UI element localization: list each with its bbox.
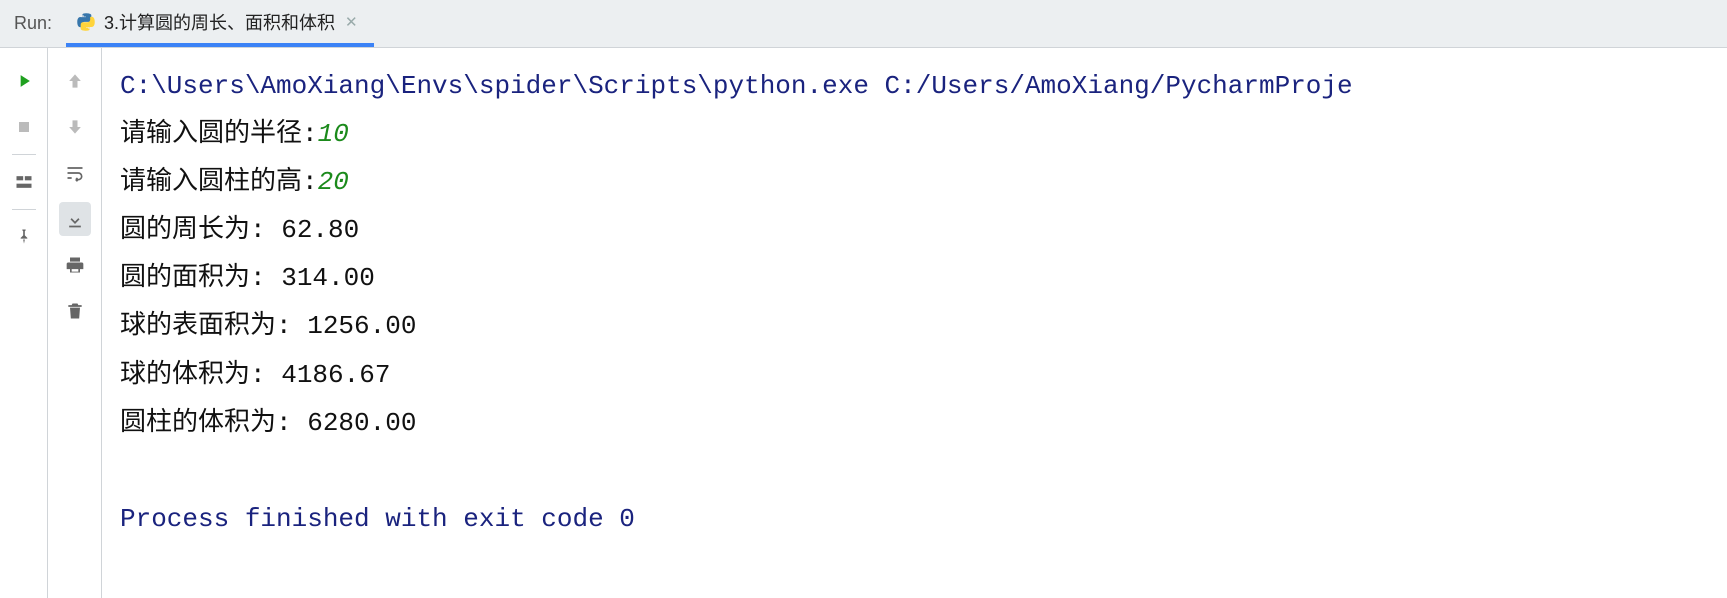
stop-button[interactable] xyxy=(8,110,40,144)
close-tab-icon[interactable]: ✕ xyxy=(343,13,360,31)
area-label: 圆的面积为: xyxy=(120,263,281,293)
python-file-icon xyxy=(76,12,96,32)
tab-title: 3.计算圆的周长、面积和体积 xyxy=(104,9,335,35)
up-stack-button[interactable] xyxy=(59,64,91,98)
circumference-label: 圆的周长为: xyxy=(120,215,281,245)
rerun-button[interactable] xyxy=(8,64,40,98)
scroll-to-end-button[interactable] xyxy=(59,202,91,236)
exit-message: Process finished with exit code 0 xyxy=(120,504,635,534)
down-stack-button[interactable] xyxy=(59,110,91,144)
pin-button[interactable] xyxy=(8,220,40,254)
sphere-surface-value: 1256.00 xyxy=(307,311,416,341)
sphere-volume-value: 4186.67 xyxy=(281,360,390,390)
sphere-surface-label: 球的表面积为: xyxy=(120,311,307,341)
console-actions-gutter xyxy=(48,48,102,598)
area-value: 314.00 xyxy=(281,263,375,293)
run-config-tab[interactable]: 3.计算圆的周长、面积和体积 ✕ xyxy=(66,0,374,47)
input-height-value: 20 xyxy=(318,167,349,197)
clear-all-button[interactable] xyxy=(59,294,91,328)
separator xyxy=(12,209,36,210)
console-output[interactable]: C:\Users\AmoXiang\Envs\spider\Scripts\py… xyxy=(102,48,1727,598)
sphere-volume-label: 球的体积为: xyxy=(120,360,281,390)
cylinder-volume-value: 6280.00 xyxy=(307,408,416,438)
layout-button[interactable] xyxy=(8,165,40,199)
soft-wrap-button[interactable] xyxy=(59,156,91,190)
command-line: C:\Users\AmoXiang\Envs\spider\Scripts\py… xyxy=(120,71,1353,101)
cylinder-volume-label: 圆柱的体积为: xyxy=(120,408,307,438)
prompt-height: 请输入圆柱的高: xyxy=(120,167,318,197)
input-radius-value: 10 xyxy=(318,119,349,149)
prompt-radius: 请输入圆的半径: xyxy=(120,119,318,149)
run-tool-header: Run: 3.计算圆的周长、面积和体积 ✕ xyxy=(0,0,1727,48)
run-actions-gutter xyxy=(0,48,48,598)
run-tool-label: Run: xyxy=(8,13,66,34)
circumference-value: 62.80 xyxy=(281,215,359,245)
separator xyxy=(12,154,36,155)
print-button[interactable] xyxy=(59,248,91,282)
